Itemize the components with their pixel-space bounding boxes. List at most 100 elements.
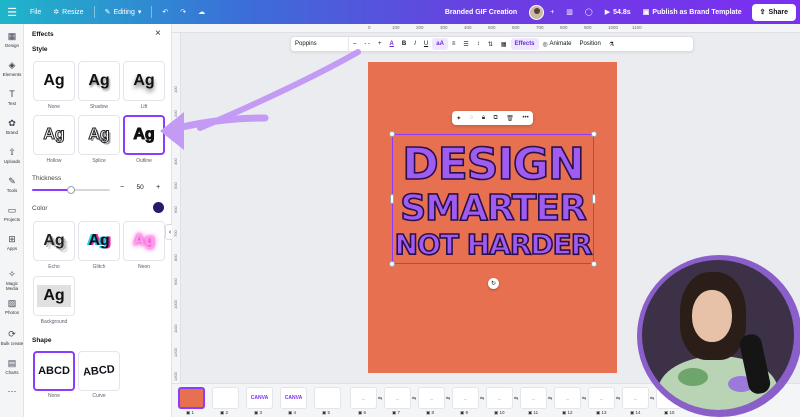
page-thumbnail[interactable]: CANVA xyxy=(246,387,273,409)
effect-splice[interactable]: Ag xyxy=(78,115,120,155)
case-button[interactable]: aA xyxy=(432,38,448,50)
font-size-increase[interactable]: + xyxy=(374,37,386,51)
more-icon[interactable]: ••• xyxy=(522,115,528,121)
selection-box xyxy=(392,134,594,264)
rail-item-design[interactable]: ▦ Design xyxy=(0,31,24,48)
rail-item-apps[interactable]: ⊞ Apps xyxy=(0,234,24,251)
rail-item-photos[interactable]: ▨ Photos xyxy=(0,298,24,315)
resize-button[interactable]: ✲ Resize xyxy=(47,8,89,17)
underline-button[interactable]: U xyxy=(420,37,432,51)
color-swatch[interactable] xyxy=(153,202,164,213)
page-thumbnail[interactable]: ... xyxy=(452,387,479,409)
font-selector[interactable]: Poppins xyxy=(291,37,349,51)
italic-button[interactable]: I xyxy=(410,37,420,51)
page-thumbnail[interactable]: ... xyxy=(588,387,615,409)
design-icon: ▦ xyxy=(7,31,17,41)
design-title[interactable]: Branded GIF Creation xyxy=(439,9,523,16)
resize-handle-bl[interactable] xyxy=(389,261,395,267)
page-thumbnail[interactable]: ... xyxy=(520,387,547,409)
shape-none[interactable]: ABCD xyxy=(33,351,75,391)
page-thumbnail[interactable] xyxy=(178,387,205,409)
file-menu[interactable]: File xyxy=(24,9,47,16)
page-thumbnail[interactable]: ... xyxy=(554,387,581,409)
rail-item-magic-media[interactable]: ✧ Magic Media xyxy=(0,269,24,291)
page-thumbnail[interactable] xyxy=(314,387,341,409)
style-button[interactable]: ▦ xyxy=(497,37,511,51)
position-button[interactable]: Position xyxy=(575,37,604,51)
redo-button[interactable]: ↷ xyxy=(174,8,192,16)
page-thumbnail[interactable] xyxy=(212,387,239,409)
add-collaborator-button[interactable]: + xyxy=(544,9,560,16)
rail-item-tools[interactable]: ✎ Tools xyxy=(0,176,24,193)
page-thumbnail[interactable]: ... xyxy=(622,387,649,409)
page-thumbnail[interactable]: ... xyxy=(384,387,411,409)
insights-button[interactable]: ▥ xyxy=(560,8,579,16)
rail-item-charts[interactable]: ▤ Charts xyxy=(0,358,24,375)
hamburger-icon[interactable]: ☰ xyxy=(0,6,24,19)
bold-button[interactable]: B xyxy=(398,37,410,51)
thickness-value[interactable]: 50 xyxy=(130,184,150,191)
resize-handle-tl[interactable] xyxy=(389,131,395,137)
font-size-input[interactable]: - - xyxy=(360,37,374,51)
close-icon[interactable]: × xyxy=(155,28,161,39)
undo-button[interactable]: ↶ xyxy=(156,8,174,16)
resize-handle-br[interactable] xyxy=(591,261,597,267)
vertical-text-icon: ⇅ xyxy=(487,41,493,48)
paint-format-button[interactable]: ⚗ xyxy=(605,37,618,51)
minus-button[interactable]: − xyxy=(120,184,124,191)
page-thumbnail[interactable]: ... xyxy=(418,387,445,409)
comments-button[interactable]: ◯ xyxy=(579,8,599,16)
text-toolbar: Poppins – - - + A B I U aA ≡ ☰ ↕ ⇅ ▦ Eff… xyxy=(290,36,694,52)
trash-icon[interactable]: 🗑︎ xyxy=(506,115,514,122)
play-button[interactable]: ▶ 54.8s xyxy=(599,8,637,17)
effect-glitch[interactable]: Ag xyxy=(78,221,120,261)
duplicate-icon[interactable]: ⧉ xyxy=(494,115,498,122)
share-button[interactable]: ⇪ Share xyxy=(751,3,796,21)
page-number: ▣ 14 xyxy=(630,410,641,415)
resize-handle-tr[interactable] xyxy=(591,131,597,137)
rail-item-projects[interactable]: ▭ Projects xyxy=(0,205,24,222)
rail-item-bulk-create[interactable]: ⟳ Bulk create xyxy=(0,329,24,346)
page-thumbnail[interactable]: CANVA xyxy=(280,387,307,409)
slider-thumb[interactable] xyxy=(67,186,75,194)
effect-lift[interactable]: Ag xyxy=(123,61,165,101)
list-button[interactable]: ☰ xyxy=(459,37,472,51)
editing-mode-button[interactable]: ✎ Editing ▾ xyxy=(99,8,148,17)
align-button[interactable]: ≡ xyxy=(448,37,460,51)
ruler-tick-label: 500 xyxy=(173,182,178,189)
thickness-slider[interactable] xyxy=(32,186,110,194)
comment-icon[interactable]: ◌ xyxy=(470,115,474,121)
animate-button[interactable]: ◎ Animate xyxy=(539,37,576,51)
effect-neon[interactable]: Ag xyxy=(123,221,165,261)
page-thumbnail[interactable]: ... xyxy=(350,387,377,409)
rail-item-more[interactable]: ⋯ xyxy=(0,386,24,398)
effect-hollow[interactable]: Ag xyxy=(33,115,75,155)
text-color-button[interactable]: A xyxy=(386,37,398,51)
orientation-button[interactable]: ⇅ xyxy=(484,37,497,51)
effects-button[interactable]: Effects xyxy=(510,38,539,50)
rotate-handle[interactable]: ↻ xyxy=(488,278,499,289)
avatar[interactable] xyxy=(529,4,545,20)
rail-item-elements[interactable]: ◈ Elements xyxy=(0,60,24,77)
plus-button[interactable]: + xyxy=(156,184,160,191)
effect-shadow[interactable]: Ag xyxy=(78,61,120,101)
font-size-decrease[interactable]: – xyxy=(349,37,360,51)
resize-handle-right[interactable] xyxy=(592,194,596,204)
rail-item-text[interactable]: T Text xyxy=(0,89,24,106)
magic-icon[interactable]: ✦ xyxy=(456,115,461,122)
effect-none[interactable]: Ag xyxy=(33,61,75,101)
publish-template-button[interactable]: ▣ Publish as Brand Template xyxy=(637,8,748,17)
page-thumbnail[interactable]: ... xyxy=(486,387,513,409)
effect-background[interactable]: Ag xyxy=(33,276,75,316)
effect-echo[interactable]: Ag xyxy=(33,221,75,261)
effect-outline[interactable]: Ag xyxy=(123,115,165,155)
rail-item-uploads[interactable]: ⇧ Uploads xyxy=(0,147,24,164)
folder-icon: ▭ xyxy=(7,205,17,215)
resize-handle-left[interactable] xyxy=(390,194,394,204)
rail-item-brand[interactable]: ✿ Brand xyxy=(0,118,24,135)
cloud-save-button[interactable]: ☁ xyxy=(192,8,211,16)
lock-icon[interactable]: 🔒︎ xyxy=(482,115,485,122)
thumbnail-label: ... xyxy=(395,395,400,401)
shape-curve[interactable]: ABCD xyxy=(78,351,120,391)
spacing-button[interactable]: ↕ xyxy=(473,37,484,51)
